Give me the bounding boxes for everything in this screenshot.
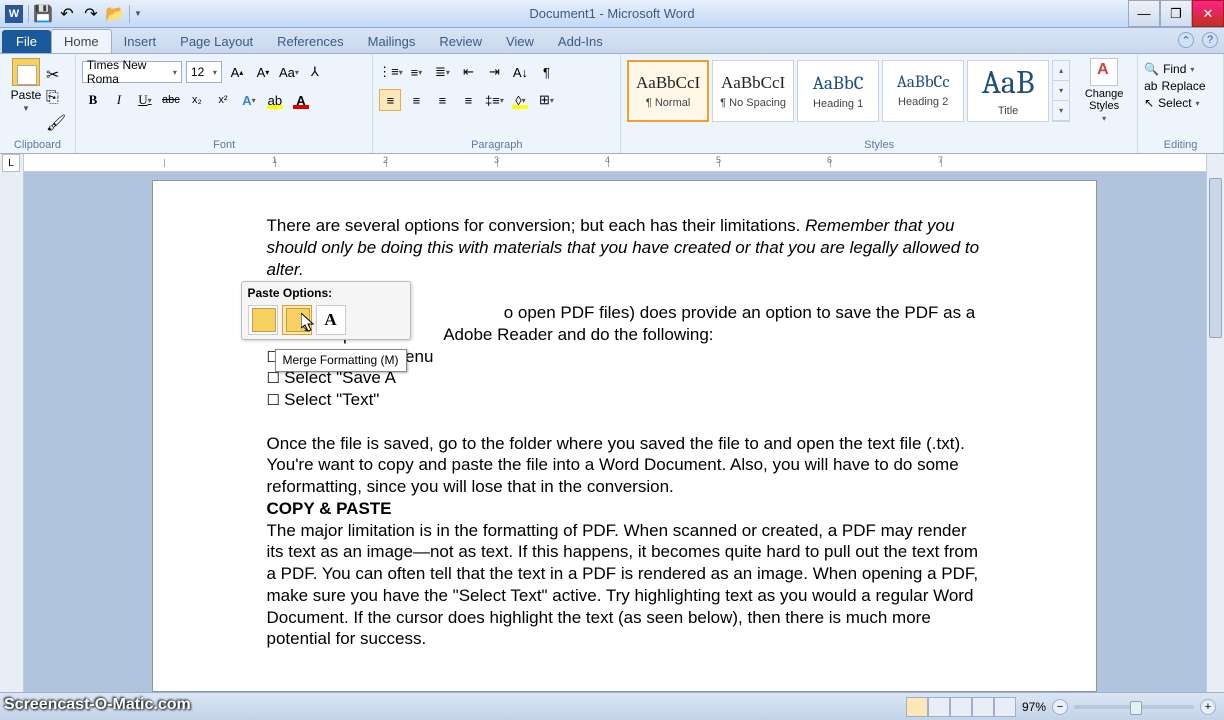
document-area: L 1234567 There are several options for … bbox=[0, 154, 1224, 692]
editing-group-label: Editing bbox=[1144, 139, 1217, 153]
font-name-input[interactable]: Times New Roma▾ bbox=[82, 61, 182, 83]
zoom-slider[interactable] bbox=[1074, 705, 1194, 709]
full-screen-view-button[interactable] bbox=[928, 697, 950, 717]
redo-button[interactable]: ↷ bbox=[81, 4, 101, 24]
paste-keep-text-only[interactable]: A bbox=[316, 305, 346, 335]
paste-options-popup: Paste Options: ↘ A bbox=[241, 281, 411, 340]
font-size-input[interactable]: 12▾ bbox=[186, 61, 222, 83]
mailings-tab[interactable]: Mailings bbox=[356, 30, 428, 53]
undo-button[interactable]: ↶ bbox=[57, 4, 77, 24]
style-no-spacing[interactable]: AaBbCcI¶ No Spacing bbox=[712, 60, 794, 122]
underline-button[interactable]: U▾ bbox=[134, 89, 156, 111]
increase-indent-button[interactable]: ⇥ bbox=[483, 61, 505, 83]
align-right-button[interactable]: ≡ bbox=[431, 89, 453, 111]
find-button[interactable]: 🔍 Find ▾ bbox=[1144, 62, 1217, 76]
grow-font-button[interactable]: A▴ bbox=[226, 61, 248, 83]
references-tab[interactable]: References bbox=[265, 30, 355, 53]
zoom-level[interactable]: 97% bbox=[1022, 700, 1046, 714]
addins-tab[interactable]: Add-Ins bbox=[546, 30, 615, 53]
home-tab[interactable]: Home bbox=[51, 29, 112, 53]
page-layout-tab[interactable]: Page Layout bbox=[168, 30, 265, 53]
document-page[interactable]: There are several options for conversion… bbox=[152, 180, 1097, 692]
style-normal[interactable]: AaBbCcI¶ Normal bbox=[627, 60, 709, 122]
italic-button[interactable]: I bbox=[108, 89, 130, 111]
strikethrough-button[interactable]: abc bbox=[160, 89, 182, 111]
draft-view-button[interactable] bbox=[994, 697, 1016, 717]
review-tab[interactable]: Review bbox=[427, 30, 494, 53]
paste-button[interactable]: Paste ▼ bbox=[6, 58, 46, 139]
styles-scroller[interactable]: ▴▾▾ bbox=[1052, 60, 1070, 122]
clipboard-group-label: Clipboard bbox=[6, 139, 69, 153]
align-center-button[interactable]: ≡ bbox=[405, 89, 427, 111]
numbering-button[interactable]: ≡▾ bbox=[405, 61, 427, 83]
show-marks-button[interactable]: ¶ bbox=[535, 61, 557, 83]
close-button[interactable]: ✕ bbox=[1192, 0, 1224, 27]
style-heading-2[interactable]: AaBbCcHeading 2 bbox=[882, 60, 964, 122]
change-styles-icon bbox=[1090, 58, 1118, 86]
paste-option-tooltip: Merge Formatting (M) bbox=[275, 349, 407, 372]
scrollbar-thumb[interactable] bbox=[1209, 178, 1222, 338]
zoom-out-button[interactable]: − bbox=[1052, 699, 1068, 715]
view-tab[interactable]: View bbox=[494, 30, 546, 53]
minimize-ribbon-button[interactable]: ⌃ bbox=[1178, 32, 1194, 48]
file-tab[interactable]: File bbox=[2, 30, 51, 53]
clipboard-icon bbox=[12, 58, 40, 86]
outline-view-button[interactable] bbox=[972, 697, 994, 717]
multilevel-list-button[interactable]: ≣▾ bbox=[431, 61, 453, 83]
insert-tab[interactable]: Insert bbox=[112, 30, 169, 53]
superscript-button[interactable]: x² bbox=[212, 89, 234, 111]
cut-button[interactable]: ✂ bbox=[46, 65, 66, 85]
line-spacing-button[interactable]: ‡≡▾ bbox=[483, 89, 505, 111]
maximize-button[interactable]: ❐ bbox=[1160, 0, 1192, 27]
clear-formatting-button[interactable]: ⅄ bbox=[304, 61, 326, 83]
print-layout-view-button[interactable] bbox=[906, 697, 928, 717]
paste-keep-source-formatting[interactable] bbox=[248, 305, 278, 335]
shading-button[interactable]: ◊▾ bbox=[509, 89, 531, 111]
paste-options-title: Paste Options: bbox=[248, 286, 404, 301]
change-case-button[interactable]: Aa▾ bbox=[278, 61, 300, 83]
bold-button[interactable]: B bbox=[82, 89, 104, 111]
styles-gallery: AaBbCcI¶ Normal AaBbCcI¶ No Spacing AaBb… bbox=[627, 58, 1131, 123]
change-styles-button[interactable]: Change Styles▾ bbox=[1077, 58, 1131, 123]
shrink-font-button[interactable]: A▾ bbox=[252, 61, 274, 83]
horizontal-ruler[interactable]: 1234567 bbox=[24, 154, 1224, 172]
font-color-button[interactable]: A bbox=[290, 89, 312, 111]
mouse-cursor bbox=[301, 313, 317, 333]
align-left-button[interactable]: ≡ bbox=[379, 89, 401, 111]
tab-selector[interactable]: L bbox=[2, 154, 20, 172]
format-painter-button[interactable]: 🖌 bbox=[46, 113, 66, 133]
borders-button[interactable]: ⊞▾ bbox=[535, 89, 557, 111]
style-title[interactable]: AaBTitle bbox=[967, 60, 1049, 122]
titlebar: W 💾 ↶ ↷ 📂 ▼ Document1 - Microsoft Word —… bbox=[0, 0, 1224, 28]
zoom-in-button[interactable]: + bbox=[1200, 699, 1216, 715]
ribbon: Paste ▼ ✂ ⎘ 🖌 Clipboard Times New Roma▾ … bbox=[0, 54, 1224, 154]
vertical-scrollbar[interactable] bbox=[1206, 154, 1224, 692]
subscript-button[interactable]: x₂ bbox=[186, 89, 208, 111]
text-effects-button[interactable]: A▾ bbox=[238, 89, 260, 111]
web-layout-view-button[interactable] bbox=[950, 697, 972, 717]
vertical-ruler[interactable]: L bbox=[0, 154, 24, 692]
save-button[interactable]: 💾 bbox=[33, 4, 53, 24]
sort-button[interactable]: A↓ bbox=[509, 61, 531, 83]
minimize-button[interactable]: — bbox=[1128, 0, 1160, 27]
window-title: Document1 - Microsoft Word bbox=[529, 6, 694, 21]
justify-button[interactable]: ≡ bbox=[457, 89, 479, 111]
style-heading-1[interactable]: AaBbCHeading 1 bbox=[797, 60, 879, 122]
word-icon: W bbox=[4, 4, 24, 24]
font-group-label: Font bbox=[82, 139, 367, 153]
open-button[interactable]: 📂 bbox=[105, 4, 125, 24]
watermark: Screencast-O-Matic.com bbox=[4, 696, 191, 714]
bullets-button[interactable]: ⋮≡▾ bbox=[379, 61, 401, 83]
highlight-button[interactable]: ab bbox=[264, 89, 286, 111]
quick-access-toolbar: W 💾 ↶ ↷ 📂 ▼ bbox=[0, 4, 142, 24]
select-button[interactable]: ↖ Select ▾ bbox=[1144, 96, 1217, 110]
copy-button[interactable]: ⎘ bbox=[46, 89, 66, 109]
help-button[interactable]: ? bbox=[1202, 32, 1218, 48]
styles-group-label: Styles bbox=[627, 139, 1131, 153]
paragraph-group-label: Paragraph bbox=[379, 139, 614, 153]
decrease-indent-button[interactable]: ⇤ bbox=[457, 61, 479, 83]
replace-button[interactable]: ab Replace bbox=[1144, 79, 1217, 93]
ribbon-tabs: File Home Insert Page Layout References … bbox=[0, 28, 1224, 54]
qat-dropdown[interactable]: ▼ bbox=[134, 9, 142, 18]
